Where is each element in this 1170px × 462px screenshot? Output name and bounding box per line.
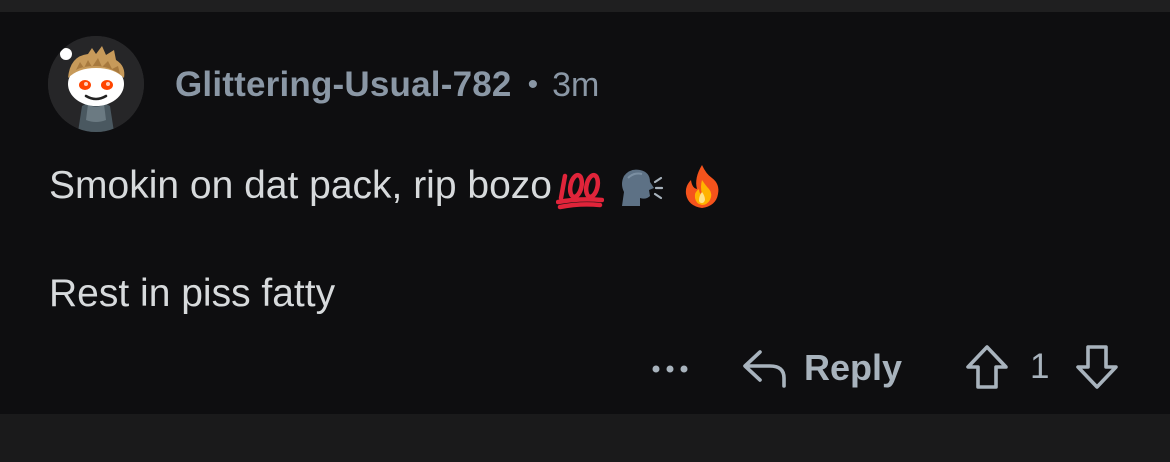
ellipsis-icon <box>652 365 688 373</box>
comment-body-text: Smokin on dat pack, rip bozo <box>49 164 552 207</box>
top-divider-strip <box>0 0 1170 12</box>
vote-count: 1 <box>1030 347 1050 386</box>
comment-author[interactable]: Glittering-Usual-782 <box>175 65 512 105</box>
speaking-head-emoji-icon <box>621 169 664 206</box>
hundred-points-emoji-icon <box>555 172 604 210</box>
fire-emoji-icon <box>685 165 719 208</box>
comment-body-text-2: Rest in piss fatty <box>49 272 336 315</box>
upvote-arrow-icon <box>966 345 1008 389</box>
reply-button[interactable]: Reply <box>740 342 902 394</box>
user-avatar[interactable] <box>48 36 144 132</box>
downvote-arrow-icon <box>1076 345 1118 389</box>
more-options-button[interactable] <box>648 354 692 384</box>
snoo-avatar-icon <box>48 36 144 132</box>
comment-body-line-2: Rest in piss fatty <box>49 266 335 322</box>
comment-body-line-1: Smokin on dat pack, rip bozo <box>49 158 726 214</box>
upvote-button[interactable] <box>964 343 1010 391</box>
reply-arrow-icon <box>743 350 786 388</box>
downvote-button[interactable] <box>1074 343 1120 391</box>
bottom-divider-strip <box>0 414 1170 462</box>
reply-label: Reply <box>804 347 903 388</box>
meta-separator: • <box>527 68 539 101</box>
comment-age: 3m <box>552 65 600 104</box>
comment-meta: Glittering-Usual-782 • 3m <box>175 62 599 108</box>
